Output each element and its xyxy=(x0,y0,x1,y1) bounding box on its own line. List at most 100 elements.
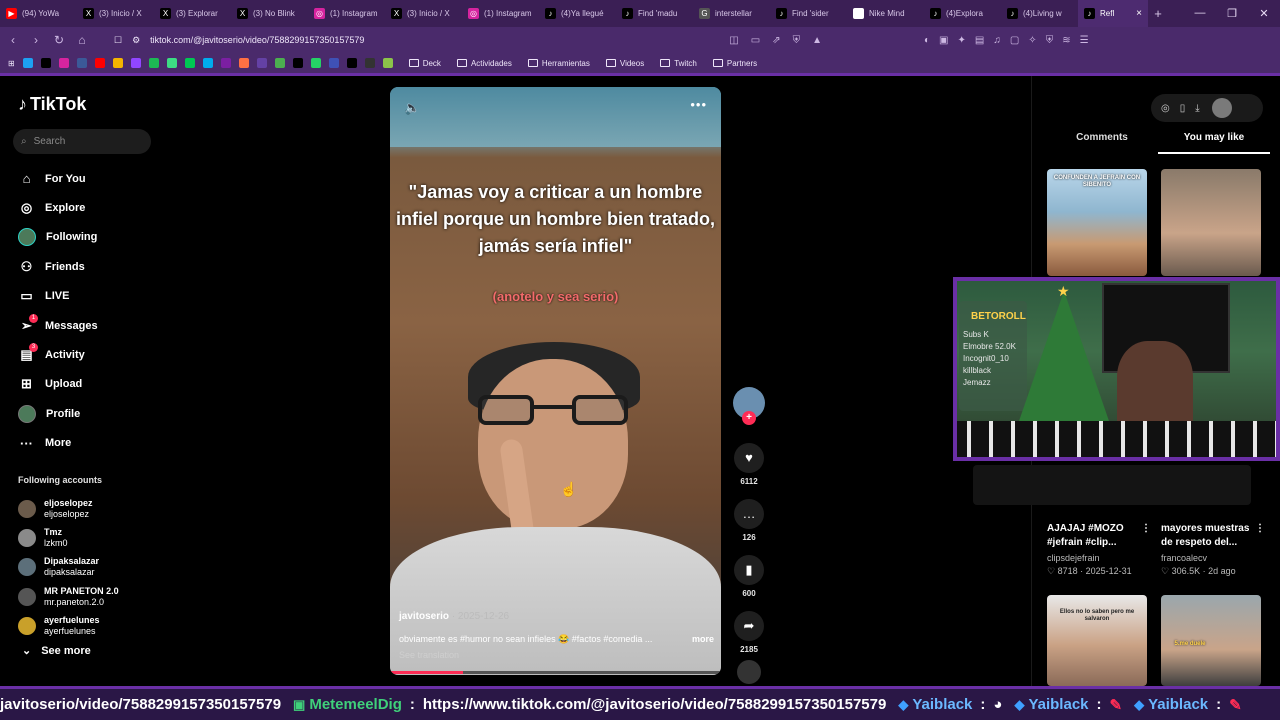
video-thumbnail[interactable] xyxy=(1161,169,1261,276)
bookmark-favicon-icon[interactable] xyxy=(40,58,51,68)
browser-tab[interactable]: ♪ Refl × xyxy=(1078,0,1148,27)
comment-icon[interactable]: … xyxy=(734,499,764,529)
sidebar-item-activity[interactable]: ▤ 3 Activity xyxy=(18,340,98,369)
puzzle-icon[interactable]: ✧ xyxy=(1028,35,1036,46)
tiktok-logo[interactable]: ♪ TikTok xyxy=(18,94,86,115)
menu-icon[interactable]: ☰ xyxy=(1080,35,1089,46)
share-action[interactable]: ➦ 2185 xyxy=(733,611,765,654)
reload-icon[interactable]: ↻ xyxy=(49,33,69,47)
bookmark-favicon-icon[interactable] xyxy=(22,58,33,68)
bookmark-favicon-icon[interactable] xyxy=(148,58,159,68)
see-translation-link[interactable]: See translation xyxy=(399,650,459,660)
close-tab-icon[interactable]: × xyxy=(1136,8,1142,19)
alert-icon[interactable]: ▲ xyxy=(812,35,822,46)
browser-tab[interactable]: ♪ Find 'madu xyxy=(616,0,693,27)
bookmark-folder[interactable]: Videos xyxy=(605,59,644,68)
reader-icon[interactable]: ◫ xyxy=(729,35,738,46)
tab-comments[interactable]: Comments xyxy=(1046,132,1158,154)
following-account[interactable]: ayerfuelunes ayerfuelunes xyxy=(18,612,119,641)
browser-tab[interactable]: ✓ Nike Mind xyxy=(847,0,924,27)
bookmark-favicon-icon[interactable] xyxy=(76,58,87,68)
share-arrow-icon[interactable]: ➦ xyxy=(734,611,764,641)
bookmark-favicon-icon[interactable] xyxy=(220,58,231,68)
url-text[interactable]: tiktok.com/@javitoserio/video/7588299157… xyxy=(150,35,364,45)
music-icon[interactable]: ♫ xyxy=(993,35,1001,46)
bookmark-favicon-icon[interactable] xyxy=(346,58,357,68)
bookmark-favicon-icon[interactable] xyxy=(58,58,69,68)
suggested-card-info[interactable]: AJAJAJ #MOZO #jefrain #clip... ⋮ clipsdej… xyxy=(1047,522,1151,577)
sidebar-item-profile[interactable]: Profile xyxy=(18,399,98,428)
bookmark-icon[interactable]: ▮ xyxy=(734,555,764,585)
user-avatar[interactable] xyxy=(1211,98,1232,118)
bookmark-favicon-icon[interactable] xyxy=(238,58,249,68)
screenshot-icon[interactable]: ▭ xyxy=(751,35,760,46)
following-account[interactable]: MR PANETON 2.0 mr.paneton.2.0 xyxy=(18,582,119,611)
bookmark-favicon-icon[interactable] xyxy=(256,58,267,68)
device-icon[interactable]: ▯ xyxy=(1180,103,1186,114)
more-options-icon[interactable]: ••• xyxy=(690,97,707,112)
heart-icon[interactable]: ♥ xyxy=(734,443,764,473)
url-field[interactable]: ☐ ⚙ tiktok.com/@javitoserio/video/758829… xyxy=(108,30,828,50)
extension-icon[interactable]: ✦ xyxy=(958,35,966,46)
video-thumbnail[interactable]: Ellos no lo saben pero me salvaron xyxy=(1047,595,1147,686)
bookmark-favicon-icon[interactable] xyxy=(202,58,213,68)
video-author[interactable]: javitoserio · 2025-12-26 xyxy=(399,611,509,622)
card-menu-icon[interactable]: ⋮ xyxy=(1141,522,1151,550)
author-name[interactable]: javitoserio xyxy=(399,611,449,622)
sidebar-item-upload[interactable]: ⊞ Upload xyxy=(18,370,98,399)
forward-icon[interactable]: › xyxy=(26,33,46,47)
sidebar-item-live[interactable]: ▭ LIVE xyxy=(18,282,98,311)
compass-icon[interactable]: ◎ xyxy=(1161,103,1170,114)
following-account[interactable]: eljoselopez eljoselopez xyxy=(18,494,119,523)
sidebar-item-for-you[interactable]: ⌂ For You xyxy=(18,164,98,193)
volume-icon[interactable]: 🔈 xyxy=(404,100,420,116)
bookmark-favicon-icon[interactable] xyxy=(184,58,195,68)
bookmark-favicon-icon[interactable] xyxy=(166,58,177,68)
follow-plus-icon[interactable]: + xyxy=(742,411,756,425)
video-player[interactable]: 🔈 ••• "Jamas voy a criticar a un hombre … xyxy=(390,87,721,675)
card-user[interactable]: clipsdejefrain xyxy=(1047,553,1151,563)
browser-tab[interactable]: X (3) Inicio / X xyxy=(385,0,462,27)
minimize-icon[interactable]: — xyxy=(1184,7,1216,20)
video-thumbnail[interactable]: CONFUNDEN A JEFRAIN CON SIBENITO xyxy=(1047,169,1147,276)
browser-tab[interactable]: ♪ (4)Explora xyxy=(924,0,1001,27)
extension-icon[interactable]: ◐ xyxy=(924,35,930,46)
sidebar-item-more[interactable]: ··· More xyxy=(18,429,98,458)
site-info-icon[interactable]: ⚙ xyxy=(132,35,140,46)
music-disc-icon[interactable] xyxy=(737,660,761,684)
bookmark-favicon-icon[interactable] xyxy=(94,58,105,68)
more-link[interactable]: more xyxy=(692,634,714,645)
bookmark-folder[interactable]: Actividades xyxy=(456,59,512,68)
sidebar-item-following[interactable]: Following xyxy=(18,223,98,252)
card-menu-icon[interactable]: ⋮ xyxy=(1255,522,1265,550)
browser-tab[interactable]: ◎ (1) Instagram xyxy=(462,0,539,27)
sidebar-item-explore[interactable]: ◎ Explore xyxy=(18,193,98,222)
bookmark-folder[interactable]: Twitch xyxy=(660,59,697,68)
browser-tab[interactable]: ♪ (4)Living w xyxy=(1001,0,1078,27)
bookmark-favicon-icon[interactable] xyxy=(112,58,123,68)
restore-icon[interactable]: ❐ xyxy=(1216,7,1248,20)
comment-action[interactable]: … 126 xyxy=(733,499,765,542)
share-icon[interactable]: ⇗ xyxy=(772,35,780,46)
bookmark-folder[interactable]: Deck xyxy=(408,59,441,68)
browser-tab[interactable]: X (3) Explorar xyxy=(154,0,231,27)
following-account[interactable]: Dipaksalazar dipaksalazar xyxy=(18,553,119,582)
wallet-icon[interactable]: ▢ xyxy=(1010,35,1019,46)
bookmark-folder[interactable]: Herramientas xyxy=(527,59,590,68)
following-account[interactable]: Tmz lzkm0 xyxy=(18,523,119,552)
author-avatar[interactable]: + xyxy=(733,387,765,425)
download-icon[interactable]: ⤓ xyxy=(1195,103,1199,114)
bookmark-folder[interactable]: Partners xyxy=(712,59,757,68)
shield-icon[interactable]: ⛨ xyxy=(1046,35,1054,46)
extension-icon[interactable]: ▤ xyxy=(975,35,984,46)
bookmark-favicon-icon[interactable] xyxy=(382,58,393,68)
apps-icon[interactable]: ⊞ xyxy=(8,59,15,68)
card-user[interactable]: francoalecv xyxy=(1161,553,1265,563)
extension-icon[interactable]: ≋ xyxy=(1062,35,1070,46)
browser-tab[interactable]: ▶ (94) YoWa xyxy=(0,0,77,27)
bookmark-favicon-icon[interactable] xyxy=(292,58,303,68)
browser-tab[interactable]: ♪ (4)Ya llegué xyxy=(539,0,616,27)
bookmark-favicon-icon[interactable] xyxy=(274,58,285,68)
close-window-icon[interactable]: ✕ xyxy=(1248,7,1280,20)
browser-tab[interactable]: ◎ (1) Instagram xyxy=(308,0,385,27)
